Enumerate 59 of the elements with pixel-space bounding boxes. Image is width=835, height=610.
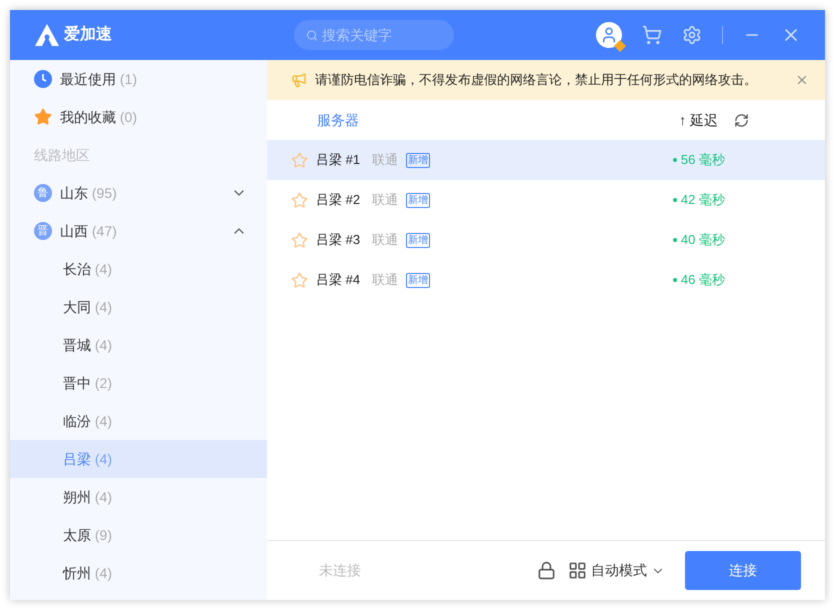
new-tag: 新增 — [406, 192, 430, 208]
new-tag: 新增 — [406, 272, 430, 288]
city-item[interactable]: 朔州 (4) — [10, 478, 267, 516]
star-icon — [34, 108, 52, 126]
city-item[interactable]: 晋城 (4) — [10, 326, 267, 364]
avatar-button[interactable] — [596, 22, 622, 48]
region-item[interactable]: 鲁 山东 (95) — [10, 174, 267, 212]
user-icon — [600, 26, 618, 44]
server-name: 吕梁 #4 — [316, 271, 360, 290]
isp-label: 联通 — [372, 191, 398, 210]
new-tag: 新增 — [406, 232, 430, 248]
sort-header[interactable]: ↑ 延迟 — [679, 110, 718, 130]
lock-icon[interactable] — [537, 561, 556, 580]
grid-icon — [568, 561, 587, 580]
latency-value: 42 毫秒 — [672, 190, 725, 210]
sidebar-item[interactable]: 最近使用 (1) — [10, 60, 267, 98]
server-name: 吕梁 #2 — [316, 191, 360, 210]
isp-label: 联通 — [372, 231, 398, 250]
region-badge: 晋 — [34, 222, 52, 240]
search-field[interactable]: 搜索关键字 — [322, 24, 442, 46]
settings-icon[interactable] — [682, 25, 702, 45]
city-item[interactable]: 长治 (4) — [10, 250, 267, 288]
refresh-icon[interactable] — [734, 112, 749, 128]
section-label: 线路地区 — [33, 146, 91, 164]
search-icon — [306, 28, 318, 42]
new-tag: 新增 — [406, 152, 430, 168]
isp-label: 联通 — [372, 151, 398, 170]
connection-status: 未连接 — [319, 561, 361, 580]
region-item[interactable]: 晋 山西 (47) — [10, 212, 267, 250]
megaphone-icon — [291, 72, 307, 88]
sidebar-item[interactable]: 我的收藏 (0) — [10, 98, 267, 136]
close-icon[interactable] — [795, 73, 809, 87]
latency-value: 40 毫秒 — [672, 230, 725, 250]
clock-icon — [34, 70, 52, 88]
cart-icon[interactable] — [642, 25, 662, 45]
app-name: 爱加速 — [64, 24, 112, 45]
star-icon[interactable] — [291, 152, 308, 168]
search-bar[interactable]: 搜索关键字 — [294, 20, 454, 50]
server-name: 吕梁 #3 — [316, 231, 360, 250]
city-item[interactable]: 临汾 (4) — [10, 402, 267, 440]
mode-dropdown[interactable]: 自动模式 — [591, 560, 665, 581]
latency-value: 46 毫秒 — [672, 270, 725, 290]
region-badge: 鲁 — [34, 184, 52, 202]
city-item[interactable]: 大同 (4) — [10, 288, 267, 326]
star-icon[interactable] — [291, 272, 308, 288]
isp-label: 联通 — [372, 271, 398, 290]
vip-badge-icon — [614, 40, 626, 52]
server-row[interactable]: 吕梁 #1 联通 新增 56 毫秒 — [267, 140, 825, 180]
connect-button[interactable]: 连接 — [685, 551, 801, 590]
logo-icon — [34, 23, 60, 47]
star-icon[interactable] — [291, 192, 308, 208]
city-item[interactable]: 晋中 (2) — [10, 364, 267, 402]
server-name: 吕梁 #1 — [316, 151, 360, 170]
city-item[interactable]: 忻州 (4) — [10, 554, 267, 592]
city-item[interactable]: 太原 (9) — [10, 516, 267, 554]
star-icon[interactable] — [291, 232, 308, 248]
latency-value: 56 毫秒 — [672, 150, 725, 170]
column-header: 服务器 — [317, 110, 359, 130]
notice-text: 请谨防电信诈骗，不得发布虚假的网络言论，禁止用于任何形式的网络攻击。 — [315, 71, 757, 90]
